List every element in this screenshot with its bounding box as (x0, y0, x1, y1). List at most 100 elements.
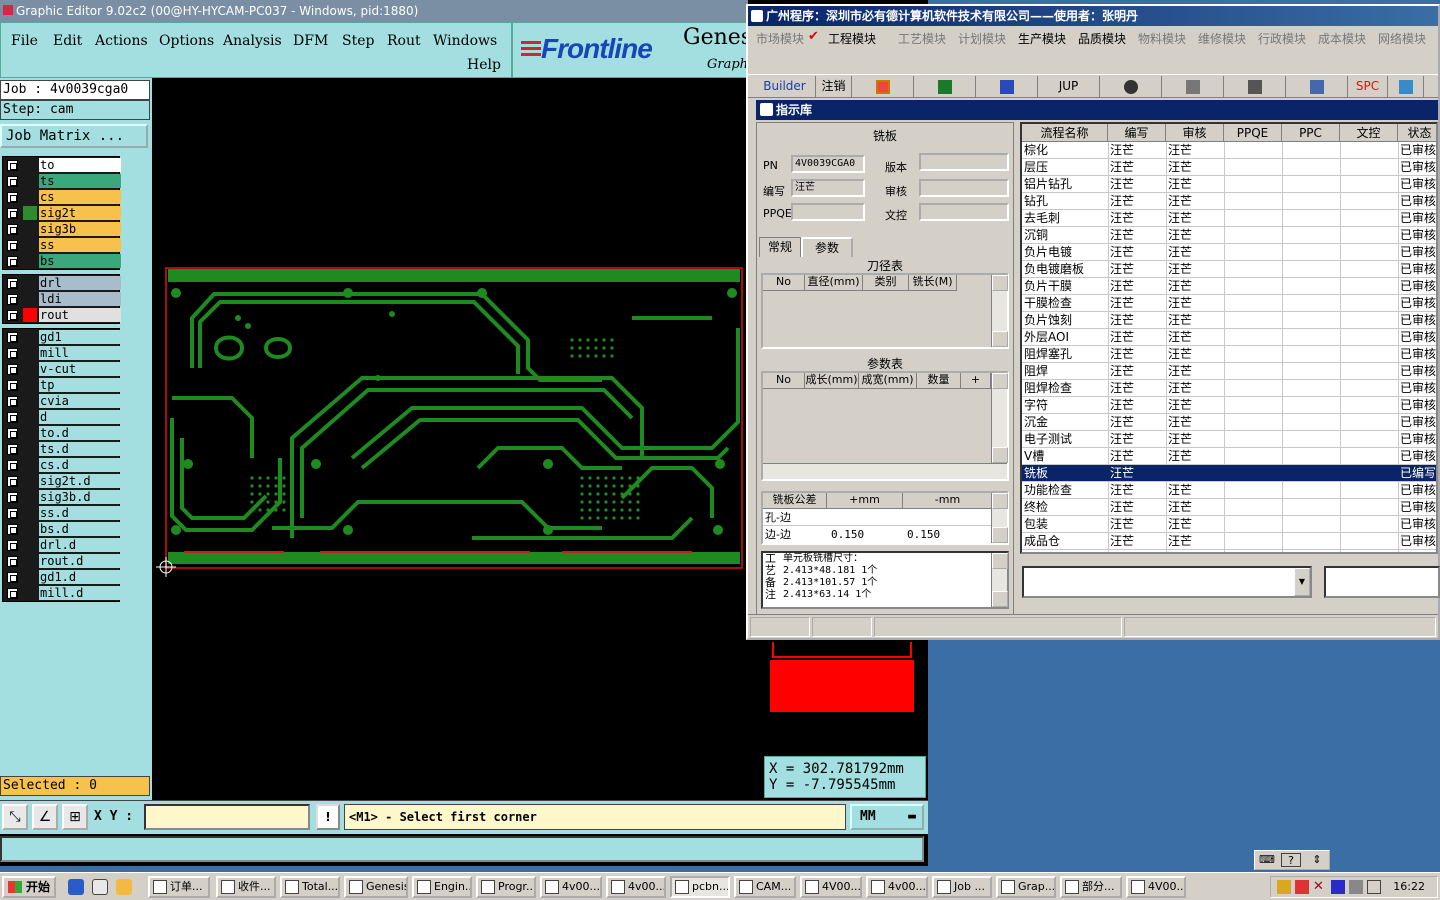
tray-clock-icon[interactable] (1349, 880, 1363, 894)
layer-row[interactable]: sig3b (3, 221, 121, 237)
layer-color-swatch[interactable] (23, 276, 37, 290)
start-button[interactable]: 开始 (2, 876, 56, 898)
layer-row[interactable]: tp (3, 377, 121, 393)
layer-row[interactable]: to (3, 157, 121, 173)
help-icon[interactable]: ? (1281, 853, 1301, 867)
layer-checkbox[interactable] (7, 176, 18, 187)
taskbar-item[interactable]: 4v00... (866, 876, 928, 898)
table-row[interactable]: 钻孔 汪芒 汪芒 已审核 (1022, 193, 1436, 210)
layer-name[interactable]: ts.d (39, 442, 121, 456)
layer-row[interactable]: sig2t (3, 205, 121, 221)
menu-analysis[interactable]: Analysis (223, 33, 282, 49)
table-row[interactable]: 铝片钻孔 汪芒 汪芒 已审核 (1022, 176, 1436, 193)
table-row[interactable]: V槽 汪芒 汪芒 已审核 (1022, 448, 1436, 465)
units-selector[interactable]: MM ▬ (850, 804, 924, 830)
chevron-down-icon[interactable]: ▼ (1294, 568, 1310, 596)
process-flow-table[interactable]: 流程名称 编写 审核 PPQE PPC 文控 状态 棕化 汪芒 汪芒 已审核 层压 汪芒 汪芒 已审核 铝片钻… (1020, 122, 1438, 554)
layer-name[interactable]: sig3b.d (39, 490, 121, 504)
param-table-scrollbar[interactable] (991, 373, 1008, 463)
layer-color-swatch[interactable] (23, 362, 37, 376)
word-icon[interactable] (976, 76, 1038, 97)
zoom-diag-icon[interactable]: ⤡ (2, 804, 28, 830)
table-row[interactable]: 外层AOI 汪芒 汪芒 已审核 (1022, 329, 1436, 346)
tab-params[interactable]: 参数 (801, 237, 853, 257)
layer-row[interactable]: v-cut (3, 361, 121, 377)
layer-checkbox[interactable] (7, 256, 18, 267)
module-tab[interactable]: 行政模块 (1258, 30, 1306, 47)
layer-name[interactable]: gd1.d (39, 570, 121, 584)
layer-checkbox[interactable] (7, 278, 18, 289)
eye-icon[interactable] (1100, 76, 1162, 97)
layer-checkbox[interactable] (7, 476, 18, 487)
layer-row[interactable]: ss.d (3, 505, 121, 521)
layer-row[interactable]: ts.d (3, 441, 121, 457)
printer-icon[interactable] (1286, 76, 1348, 97)
layer-name[interactable]: ldi (39, 292, 121, 306)
layer-checkbox[interactable] (7, 412, 18, 423)
layer-checkbox[interactable] (7, 556, 18, 567)
network-icon[interactable] (1224, 76, 1286, 97)
layer-row[interactable]: sig2t.d (3, 473, 121, 489)
layer-row[interactable]: gd1 (3, 329, 121, 345)
ie-icon[interactable] (68, 879, 84, 895)
layer-row[interactable]: cvia (3, 393, 121, 409)
tray-x-icon[interactable]: ✕ (1313, 880, 1327, 894)
layer-name[interactable]: drl.d (39, 538, 121, 552)
layer-name[interactable]: tp (39, 378, 121, 392)
table-row[interactable]: 沉铜 汪芒 汪芒 已审核 (1022, 227, 1436, 244)
layer-name[interactable]: bs (39, 254, 121, 268)
job-matrix-button[interactable]: Job Matrix ... (0, 124, 148, 148)
tol-row[interactable]: 边-边 0.150 0.150 (763, 526, 993, 543)
table-row[interactable]: 沉金 汪芒 汪芒 已审核 (1022, 414, 1436, 431)
menu-help[interactable]: Help (467, 57, 501, 73)
table-row[interactable]: 负片蚀刻 汪芒 汪芒 已审核 (1022, 312, 1436, 329)
layer-color-swatch[interactable] (23, 554, 37, 568)
process-memo[interactable]: 工艺备注 单元板铣槽尺寸： 2.413*48.181 1个 2.413*101.… (761, 551, 1009, 609)
menu-step[interactable]: Step (342, 33, 374, 49)
layer-row[interactable]: bs (3, 253, 121, 269)
flow-col-header[interactable]: 审核 (1166, 124, 1224, 142)
table-row[interactable]: 阻焊塞孔 汪芒 汪芒 已审核 (1022, 346, 1436, 363)
layer-name[interactable]: mill (39, 346, 121, 360)
layer-row[interactable]: rout.d (3, 553, 121, 569)
layer-color-swatch[interactable] (23, 308, 37, 322)
layer-checkbox[interactable] (7, 364, 18, 375)
layer-color-swatch[interactable] (23, 490, 37, 504)
layer-checkbox[interactable] (7, 348, 18, 359)
layer-color-swatch[interactable] (23, 586, 37, 600)
module-tab[interactable]: 工艺模块 (898, 30, 946, 47)
layer-name[interactable]: sig2t (39, 206, 121, 220)
flow-combo[interactable]: ▼ (1022, 566, 1312, 598)
tool-table[interactable]: No 直径(mm) 类别 铣长(M) (761, 273, 1009, 349)
menu-actions[interactable]: Actions (95, 33, 148, 49)
layer-color-swatch[interactable] (23, 506, 37, 520)
measure-icon[interactable]: ∠ (32, 804, 58, 830)
layer-name[interactable]: drl (39, 276, 121, 290)
layer-checkbox[interactable] (7, 310, 18, 321)
layer-name[interactable]: to.d (39, 426, 121, 440)
table-row[interactable]: 棕化 汪芒 汪芒 已审核 (1022, 142, 1436, 159)
flow-combo-secondary[interactable] (1324, 566, 1440, 598)
table-row[interactable]: 阻焊检查 汪芒 汪芒 已审核 (1022, 380, 1436, 397)
taskbar-item[interactable]: 4v00... (540, 876, 602, 898)
layer-checkbox[interactable] (7, 208, 18, 219)
layer-color-swatch[interactable] (23, 522, 37, 536)
layer-color-swatch[interactable] (23, 570, 37, 584)
taskbar-item[interactable]: 4V00... (800, 876, 862, 898)
tray-pen-icon[interactable] (1277, 880, 1291, 894)
builder-button[interactable]: Builder (754, 76, 816, 97)
layer-checkbox[interactable] (7, 332, 18, 343)
layer-checkbox[interactable] (7, 192, 18, 203)
layer-row[interactable]: drl.d (3, 537, 121, 553)
tol-row[interactable]: 孔-边 (763, 509, 993, 526)
tab-general[interactable]: 常规 (759, 237, 801, 257)
review-field[interactable] (919, 179, 1009, 197)
layer-name[interactable]: mill.d (39, 586, 121, 600)
layer-row[interactable]: ts (3, 173, 121, 189)
taskbar-item[interactable]: 订单... (148, 876, 210, 898)
keyboard-icon[interactable]: ⌨ (1257, 853, 1277, 867)
tolerance-table[interactable]: 铣板公差 +mm -mm 孔-边 边-边 0.150 0.150 (761, 491, 1009, 545)
layer-row[interactable]: to.d (3, 425, 121, 441)
menu-options[interactable]: Options (159, 33, 214, 49)
layer-checkbox[interactable] (7, 492, 18, 503)
